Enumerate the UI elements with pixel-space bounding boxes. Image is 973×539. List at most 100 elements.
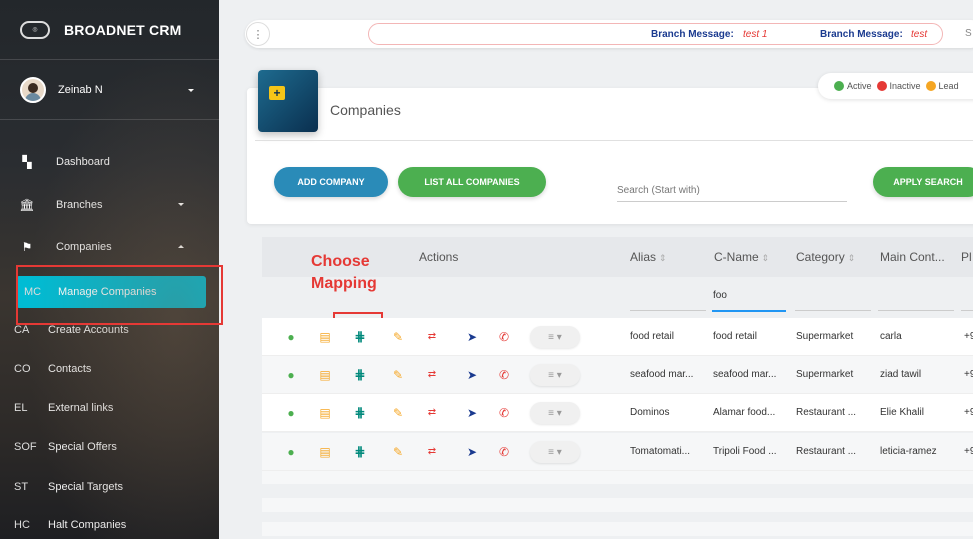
add-box-icon: +: [269, 86, 285, 100]
sort-icon: ⇕: [847, 253, 856, 263]
sidebar-item-label: Dashboard: [56, 156, 110, 168]
column-header-label: Alias: [630, 250, 657, 264]
sidebar-item-abbr: EL: [14, 402, 28, 414]
row-actions-dropdown[interactable]: ≡ ▾: [530, 364, 580, 386]
transfer-icon[interactable]: ⇄: [424, 330, 440, 344]
apply-search-button[interactable]: APPLY SEARCH: [873, 167, 973, 197]
mapping-icon[interactable]: ⋕: [352, 330, 368, 344]
phone-icon[interactable]: ✆: [496, 445, 512, 459]
cell-alias: seafood mar...: [630, 369, 694, 380]
sidebar-item-special-offers[interactable]: SOF Special Offers: [0, 431, 219, 463]
transfer-icon[interactable]: ⇄: [424, 406, 440, 420]
companies-card-icon: +: [258, 70, 318, 132]
legend-item: Inactive: [876, 81, 921, 91]
filter-main-contact[interactable]: [878, 310, 954, 311]
message-icon[interactable]: ▤: [317, 406, 333, 420]
user-menu[interactable]: Zeinab N: [0, 60, 219, 120]
message-icon[interactable]: ▤: [317, 445, 333, 459]
cell-category: Restaurant ...: [796, 446, 857, 457]
column-header-main-contact[interactable]: Main Cont...: [880, 250, 945, 264]
branch-message-text: test: [911, 29, 928, 40]
column-header-label: Category: [796, 250, 845, 264]
more-menu-icon[interactable]: ⋮: [246, 22, 270, 46]
cell-main-contact: leticia-ramez: [880, 446, 937, 457]
sidebar-item-label: Special Offers: [48, 441, 117, 453]
sidebar-item-abbr: CO: [14, 363, 31, 375]
sidebar-item-halt-companies[interactable]: HC Halt Companies: [0, 509, 219, 539]
cell-category: Restaurant ...: [796, 407, 857, 418]
avatar: [20, 76, 46, 103]
sidebar-item-label: Contacts: [48, 363, 92, 375]
broadnet-logo-icon: ◎: [20, 20, 50, 39]
chevron-down-icon: [178, 203, 184, 206]
cell-cname: food retail: [713, 331, 757, 342]
phone-icon[interactable]: ✆: [496, 406, 512, 420]
message-icon[interactable]: ▤: [317, 368, 333, 382]
message-icon[interactable]: ▤: [317, 330, 333, 344]
location-icon[interactable]: ➤: [464, 368, 480, 382]
phone-icon[interactable]: ✆: [496, 368, 512, 382]
filter-category[interactable]: [795, 310, 871, 311]
empty-row: [262, 470, 973, 484]
status-legend: Active Inactive Lead: [818, 73, 973, 99]
sidebar-item-contacts[interactable]: CO Contacts: [0, 353, 219, 385]
sidebar-item-dashboard[interactable]: ▚ Dashboard: [0, 146, 219, 178]
filter-alias[interactable]: [630, 310, 706, 311]
column-header-category[interactable]: Category ⇕: [796, 250, 855, 264]
sidebar-item-branches[interactable]: 🏛 Branches: [0, 189, 219, 221]
search-input[interactable]: Search (Start with): [617, 180, 847, 202]
status-active-icon[interactable]: ●: [283, 445, 299, 459]
sidebar-item-external-links[interactable]: EL External links: [0, 392, 219, 424]
transfer-icon[interactable]: ⇄: [424, 445, 440, 459]
filter-cname[interactable]: [712, 310, 786, 312]
cell-phone: +9: [964, 369, 973, 380]
cell-main-contact: carla: [880, 331, 902, 342]
phone-icon[interactable]: ✆: [496, 330, 512, 344]
status-active-icon[interactable]: ●: [283, 368, 299, 382]
column-header-cname[interactable]: C-Name ⇕: [714, 250, 769, 264]
user-name: Zeinab N: [58, 83, 103, 96]
mapping-icon[interactable]: ⋕: [352, 368, 368, 382]
status-active-icon[interactable]: ●: [283, 406, 299, 420]
brand-header[interactable]: ◎ BROADNET CRM: [0, 0, 219, 60]
cell-main-contact: Elie Khalil: [880, 407, 924, 418]
status-active-icon[interactable]: ●: [283, 330, 299, 344]
sort-icon: ⇕: [659, 253, 667, 263]
cell-phone: +9: [964, 407, 973, 418]
sidebar-item-companies[interactable]: ⚑ Companies: [0, 231, 219, 263]
cell-cname: Tripoli Food ...: [713, 446, 777, 457]
inactive-dot-icon: [876, 81, 887, 91]
row-actions-dropdown[interactable]: ≡ ▾: [530, 402, 580, 424]
row-actions-dropdown[interactable]: ≡ ▾: [530, 326, 580, 348]
sidebar-item-special-targets[interactable]: ST Special Targets: [0, 471, 219, 503]
edit-icon[interactable]: ✎: [390, 368, 406, 382]
active-dot-icon: [834, 81, 844, 91]
brand-name: BROADNET CRM: [64, 21, 182, 38]
cell-phone: +9: [964, 331, 973, 342]
filter-phone[interactable]: [961, 310, 973, 311]
edit-icon[interactable]: ✎: [390, 445, 406, 459]
sidebar-item-label: Create Accounts: [48, 324, 129, 336]
bank-icon: 🏛: [19, 198, 35, 212]
row-actions-dropdown[interactable]: ≡ ▾: [530, 441, 580, 463]
list-all-companies-button[interactable]: LIST ALL COMPANIES: [398, 167, 546, 197]
column-header-alias[interactable]: Alias ⇕: [630, 250, 667, 264]
cell-main-contact: ziad tawil: [880, 369, 922, 380]
location-icon[interactable]: ➤: [464, 406, 480, 420]
cell-category: Supermarket: [796, 369, 854, 380]
column-header-phone[interactable]: Pl: [961, 250, 972, 264]
chevron-up-icon: [178, 245, 184, 248]
edit-icon[interactable]: ✎: [390, 406, 406, 420]
cell-alias: Dominos: [630, 407, 670, 418]
location-icon[interactable]: ➤: [464, 445, 480, 459]
location-icon[interactable]: ➤: [464, 330, 480, 344]
transfer-icon[interactable]: ⇄: [424, 368, 440, 382]
edit-icon[interactable]: ✎: [390, 330, 406, 344]
legend-label: Inactive: [889, 81, 921, 91]
companies-icon: ⚑: [21, 240, 33, 254]
add-company-button[interactable]: ADD COMPANY: [274, 167, 388, 197]
mapping-icon[interactable]: ⋕: [352, 406, 368, 420]
legend-item: Lead: [925, 81, 959, 91]
sidebar-item-abbr: SOF: [14, 441, 37, 453]
mapping-icon[interactable]: ⋕: [352, 445, 368, 459]
